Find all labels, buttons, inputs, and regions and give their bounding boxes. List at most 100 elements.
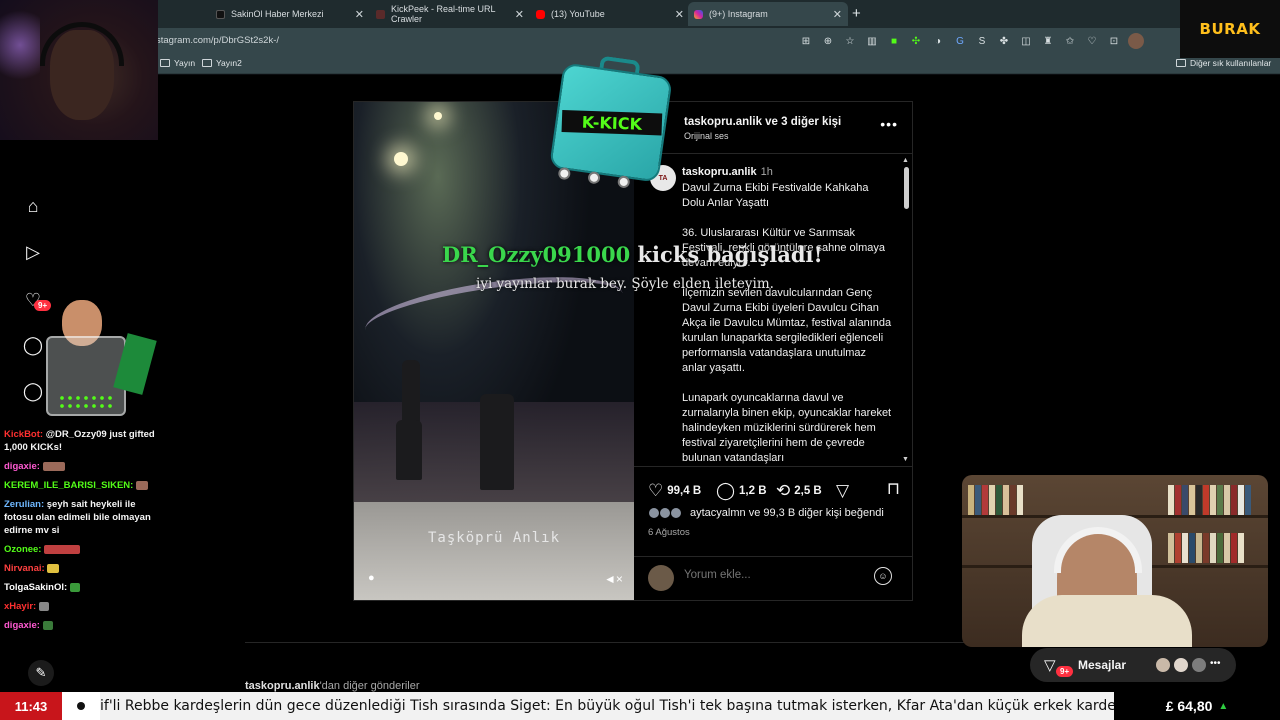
more-options-icon[interactable]: ••• <box>880 116 898 132</box>
caption-scrollbar[interactable]: ▲ ▼ <box>902 157 910 463</box>
tab-kickpeek[interactable]: KickPeek - Real-time URL Crawler ✕ <box>370 2 530 26</box>
scrollbar-thumb[interactable] <box>904 167 909 209</box>
reels-icon[interactable]: ▷ <box>22 241 44 263</box>
read-aloud-icon[interactable]: ▥ <box>864 33 880 49</box>
chat-message: TolgaSakinOl: <box>4 581 164 594</box>
suitcase-band: K-KICK <box>561 109 663 136</box>
url-field[interactable]: stagram.com/p/DbrGSt2s2k-/ <box>156 32 856 50</box>
pencil-icon: ✎ <box>28 660 54 686</box>
more-posts-user[interactable]: taskopru.anlik <box>245 680 320 692</box>
comment-button[interactable]: ◯ 1,2 B <box>716 481 767 501</box>
headset <box>40 22 124 66</box>
tab-sakinol[interactable]: SakinOl Haber Merkezi ✕ <box>210 2 370 26</box>
chat-user: digaxie: <box>4 620 40 631</box>
fairground-light <box>394 152 408 166</box>
extension-icon[interactable]: ✣ <box>908 33 924 49</box>
suitcase-label: K-KICK <box>581 112 643 134</box>
more-posts-suffix: 'dan diğer gönderiler <box>319 680 420 692</box>
chat-message: xHayir: <box>4 600 164 613</box>
collections-icon[interactable]: ⊡ <box>1106 33 1122 49</box>
folder-icon <box>202 59 212 67</box>
post-author[interactable]: taskopru.anlik ve 3 diğer kişi <box>684 116 841 128</box>
like-button[interactable]: ♡ 99,4 B <box>648 481 701 501</box>
tab-label: (9+) Instagram <box>709 9 768 19</box>
favorites-icon[interactable]: ✩ <box>1062 33 1078 49</box>
translate-icon[interactable]: G <box>952 33 968 49</box>
bookmark-label: Yayın <box>174 58 196 68</box>
close-icon[interactable]: ✕ <box>675 8 684 21</box>
up-arrow-icon: ▲ <box>1218 700 1229 712</box>
scroll-up-icon[interactable]: ▲ <box>902 157 909 164</box>
guest-shirt <box>1022 595 1192 647</box>
scroll-down-icon[interactable]: ▼ <box>902 456 909 463</box>
share-button[interactable]: ▽ <box>836 481 849 501</box>
suitcase-wheel <box>616 175 631 189</box>
like-count: 99,4 B <box>667 485 702 497</box>
mute-icon[interactable]: ◄× <box>604 572 623 588</box>
ticker-text: if'li Rebbe kardeşlerin dün gece düzenle… <box>100 698 1114 714</box>
split-screen-icon[interactable]: ◫ <box>1018 33 1034 49</box>
chat-user: digaxie: <box>4 461 40 472</box>
folder-icon <box>160 59 170 67</box>
chat-message: digaxie: <box>4 619 164 632</box>
caption-time: 1h <box>760 166 773 178</box>
new-tab-button[interactable]: + <box>852 5 861 22</box>
caption-author[interactable]: taskopru.anlik 1h <box>682 166 773 178</box>
close-icon[interactable]: ✕ <box>833 8 842 21</box>
close-icon[interactable]: ✕ <box>355 8 364 21</box>
audio-label[interactable]: Orijinal ses <box>684 131 729 141</box>
caption-paragraph: Davul Zurna Ekibi Festivalde Kahkaha Dol… <box>682 182 869 209</box>
emoji-icon[interactable]: ☺ <box>874 567 892 585</box>
zoom-icon[interactable]: ⊕ <box>820 33 836 49</box>
chat-message: KEREM_ILE_BARISI_SIKEN: <box>4 479 164 492</box>
extension-icon[interactable]: S <box>974 33 990 49</box>
other-favorites[interactable]: Diğer sık kullanılanlar <box>1176 58 1271 68</box>
comment-bar: ☺ <box>634 556 912 600</box>
chat-message: Nirvanai: <box>4 562 164 575</box>
tab-instagram[interactable]: (9+) Instagram ✕ <box>688 2 848 26</box>
extension-icon[interactable]: ♜ <box>1040 33 1056 49</box>
browser-tab-bar: SakinOl Haber Merkezi ✕ KickPeek - Real-… <box>0 0 1280 28</box>
tab-youtube[interactable]: (13) YouTube ✕ <box>530 2 690 26</box>
clock: 11:43 <box>0 692 62 720</box>
bookmark-folder[interactable]: Yayın2 <box>202 58 242 68</box>
extension-icon[interactable]: ■ <box>886 33 902 49</box>
favorite-star-icon[interactable]: ☆ <box>842 33 858 49</box>
conversation-avatar <box>1154 656 1172 674</box>
address-bar: stagram.com/p/DbrGSt2s2k-/ ⊞ ⊕ ☆ ▥ ■ ✣ ◑… <box>0 28 1280 54</box>
toolbar-icons: ⊞ ⊕ ☆ ▥ ■ ✣ ◑ G S ✤ ◫ ♜ ✩ ♡ ⊡ <box>798 33 1144 49</box>
close-icon[interactable]: ✕ <box>515 8 524 21</box>
extensions-puzzle-icon[interactable]: ✤ <box>996 33 1012 49</box>
chat-user: KickBot: <box>4 429 44 440</box>
bookmark-folder[interactable]: Yayın <box>160 58 195 68</box>
books <box>1168 485 1251 515</box>
stream-chat: KickBot: @DR_Ozzy09 just gifted 1,000 KI… <box>4 428 164 638</box>
kick-alert-title: DR_Ozzy091000 kicks bağışladı! <box>442 242 823 267</box>
video-watermark: Taşköprü Anlık <box>428 530 561 546</box>
books <box>968 485 1023 515</box>
extension-icon[interactable]: ◑ <box>930 33 946 49</box>
home-icon[interactable]: ⌂ <box>22 195 44 217</box>
profile-avatar[interactable] <box>1128 33 1144 49</box>
books <box>1168 533 1244 563</box>
caption-paragraph: İlçemizin sevilen davulcularından Genç D… <box>682 287 892 374</box>
liked-by[interactable]: aytacyalmn ve 99,3 B diğer kişi beğendi <box>648 507 884 519</box>
heart-icon: ♡ <box>648 481 664 500</box>
kick-donor: DR_Ozzy091000 <box>442 242 631 267</box>
health-icon[interactable]: ♡ <box>1084 33 1100 49</box>
liked-by-text: aytacyalmn ve 99,3 B diğer kişi beğendi <box>690 507 884 519</box>
install-app-icon[interactable]: ⊞ <box>798 33 814 49</box>
user-tag-icon[interactable]: ● <box>368 572 382 586</box>
folder-icon <box>1176 59 1186 67</box>
conversation-avatar <box>1190 656 1208 674</box>
comment-input[interactable] <box>684 569 864 581</box>
repost-button[interactable]: ⟲ 2,5 B <box>776 481 822 501</box>
suitcase-wheel <box>557 166 572 181</box>
bookmark-label: Diğer sık kullanılanlar <box>1190 58 1272 68</box>
my-avatar <box>648 565 674 591</box>
caption-username[interactable]: taskopru.anlik <box>682 166 757 178</box>
more-posts-heading: taskopru.anlik'dan diğer gönderiler <box>245 680 420 692</box>
messages-button[interactable]: ▽ 9+ Mesajlar ••• <box>1030 648 1236 682</box>
emote-icon <box>69 582 80 592</box>
bookmark-icon[interactable]: ⊓ <box>887 479 900 499</box>
